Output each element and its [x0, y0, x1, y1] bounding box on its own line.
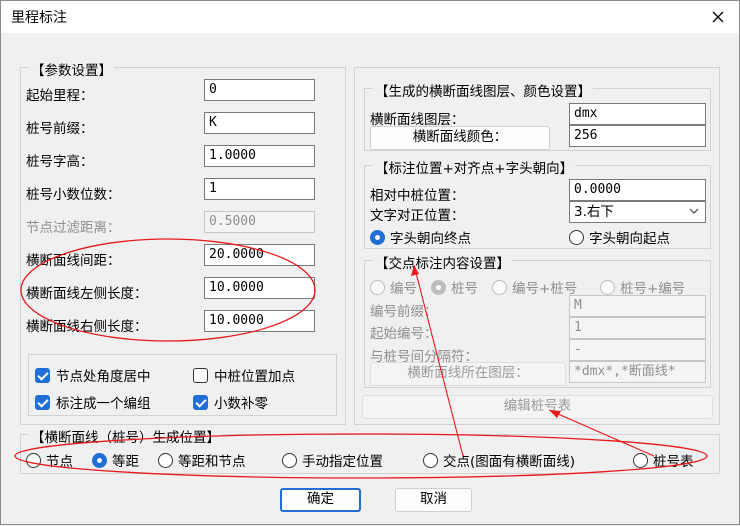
gen-equidistant-label: 等距 — [112, 454, 139, 470]
radio-unselected-icon — [600, 279, 615, 295]
pile-font-height-input[interactable]: 1.0000 — [204, 145, 315, 167]
gen-intersection-radio[interactable]: 交点(图面有横断面线) — [423, 450, 575, 470]
intersection-number-pile-label: 编号+桩号 — [512, 281, 578, 297]
position-settings-group-label: 【标注位置+对齐点+字头朝向】 — [373, 157, 576, 177]
number-prefix-label: 编号前缀： — [370, 304, 438, 320]
section-layer-input: *dmx*,*断面线* — [569, 361, 706, 383]
intersection-pile-radio: 桩号 — [431, 277, 478, 297]
checkbox-checked-icon — [35, 394, 50, 410]
window-title: 里程标注 — [11, 10, 67, 26]
radio-selected-icon — [431, 279, 446, 295]
radio-unselected-icon — [282, 452, 297, 468]
generation-group-label: 【横断面线（桩号）生成位置】 — [29, 426, 222, 446]
gen-manual-radio[interactable]: 手动指定位置 — [282, 450, 383, 470]
radio-unselected-icon — [158, 452, 173, 468]
intersection-number-radio: 编号 — [370, 277, 417, 297]
offset-input[interactable]: 0.0000 — [569, 179, 706, 201]
add-center-point-checkbox[interactable]: 中桩位置加点 — [193, 365, 295, 385]
radio-unselected-icon — [633, 452, 648, 468]
intersection-settings-group-label: 【交点标注内容设置】 — [373, 252, 512, 272]
gen-pile-table-label: 桩号表 — [653, 454, 694, 470]
gen-equidistant-node-radio[interactable]: 等距和节点 — [158, 450, 246, 470]
right-length-input[interactable]: 10.0000 — [204, 310, 315, 332]
number-prefix-input: M — [569, 295, 706, 317]
layer-label: 横断面线图层： — [370, 112, 465, 128]
checkbox-checked-icon — [193, 394, 208, 410]
title-bar: 里程标注 — [1, 1, 739, 33]
head-to-end-radio[interactable]: 字头朝向终点 — [370, 227, 471, 247]
add-center-point-label: 中桩位置加点 — [214, 369, 295, 385]
start-number-input: 1 — [569, 317, 706, 339]
close-button[interactable] — [705, 5, 731, 29]
dialog-window: 里程标注 【参数设置】 起始里程： 0 桩号前缀： K 桩号字高： 1.0000… — [0, 0, 740, 525]
left-length-input[interactable]: 10.0000 — [204, 277, 315, 299]
pile-prefix-label: 桩号前缀： — [26, 121, 94, 137]
gen-equidistant-radio[interactable]: 等距 — [92, 450, 139, 470]
gen-pile-table-radio[interactable]: 桩号表 — [633, 450, 694, 470]
node-angle-center-label: 节点处角度居中 — [56, 369, 151, 385]
head-to-start-radio[interactable]: 字头朝向起点 — [569, 227, 670, 247]
color-input[interactable]: 256 — [569, 125, 706, 147]
section-spacing-input[interactable]: 20.0000 — [204, 244, 315, 266]
intersection-pile-number-radio: 桩号+编号 — [600, 277, 685, 297]
pile-prefix-input[interactable]: K — [204, 112, 315, 134]
checkbox-unchecked-icon — [193, 367, 208, 383]
node-filter-label: 节点过滤距离： — [26, 220, 121, 236]
radio-unselected-icon — [492, 279, 507, 295]
section-spacing-label: 横断面线间距： — [26, 253, 121, 269]
pad-zeros-label: 小数补零 — [214, 396, 268, 412]
params-group-label: 【参数设置】 — [29, 59, 114, 79]
radio-unselected-icon — [569, 229, 584, 245]
intersection-pile-label: 桩号 — [451, 281, 478, 297]
ok-button[interactable]: 确定 — [280, 488, 361, 512]
make-group-label: 标注成一个编组 — [56, 396, 151, 412]
radio-unselected-icon — [26, 452, 41, 468]
right-length-label: 横断面线右侧长度： — [26, 319, 148, 335]
gen-equidistant-node-label: 等距和节点 — [178, 454, 246, 470]
separator-input: - — [569, 339, 706, 361]
intersection-pile-number-label: 桩号+编号 — [620, 281, 686, 297]
layer-settings-group-label: 【生成的横断面线图层、颜色设置】 — [373, 80, 593, 100]
edit-pile-table-button: 编辑桩号表 — [362, 395, 713, 419]
checkbox-checked-icon — [35, 367, 50, 383]
radio-unselected-icon — [370, 279, 385, 295]
pile-decimals-input[interactable]: 1 — [204, 178, 315, 200]
start-mileage-input[interactable]: 0 — [204, 79, 315, 101]
close-icon — [712, 11, 724, 23]
align-label: 文字对正位置： — [370, 208, 465, 224]
intersection-number-pile-radio: 编号+桩号 — [492, 277, 577, 297]
head-to-end-label: 字头朝向终点 — [390, 231, 471, 247]
section-color-button[interactable]: 横断面线颜色： — [370, 126, 550, 150]
start-number-label: 起始编号： — [370, 326, 438, 342]
layer-input[interactable]: dmx — [569, 103, 706, 125]
head-to-start-label: 字头朝向起点 — [589, 231, 670, 247]
radio-unselected-icon — [423, 452, 438, 468]
start-mileage-label: 起始里程： — [26, 88, 94, 104]
radio-selected-icon — [92, 452, 107, 468]
radio-selected-icon — [370, 229, 385, 245]
make-group-checkbox[interactable]: 标注成一个编组 — [35, 392, 151, 412]
pile-font-height-label: 桩号字高： — [26, 154, 94, 170]
node-angle-center-checkbox[interactable]: 节点处角度居中 — [35, 365, 151, 385]
pile-decimals-label: 桩号小数位数： — [26, 187, 121, 203]
node-filter-input: 0.5000 — [204, 211, 315, 233]
align-select[interactable]: 3.右下 — [569, 201, 706, 223]
intersection-number-label: 编号 — [390, 281, 417, 297]
gen-manual-label: 手动指定位置 — [302, 454, 383, 470]
cancel-button[interactable]: 取消 — [395, 488, 472, 512]
gen-node-radio[interactable]: 节点 — [26, 450, 73, 470]
pad-zeros-checkbox[interactable]: 小数补零 — [193, 392, 268, 412]
gen-intersection-label: 交点(图面有横断面线) — [443, 454, 576, 470]
gen-node-label: 节点 — [46, 454, 73, 470]
chevron-down-icon — [689, 208, 699, 214]
section-layer-button: 横断面线所在图层： — [370, 362, 566, 386]
offset-label: 相对中桩位置： — [370, 188, 465, 204]
left-length-label: 横断面线左侧长度： — [26, 286, 148, 302]
align-select-value: 3.右下 — [574, 204, 614, 220]
